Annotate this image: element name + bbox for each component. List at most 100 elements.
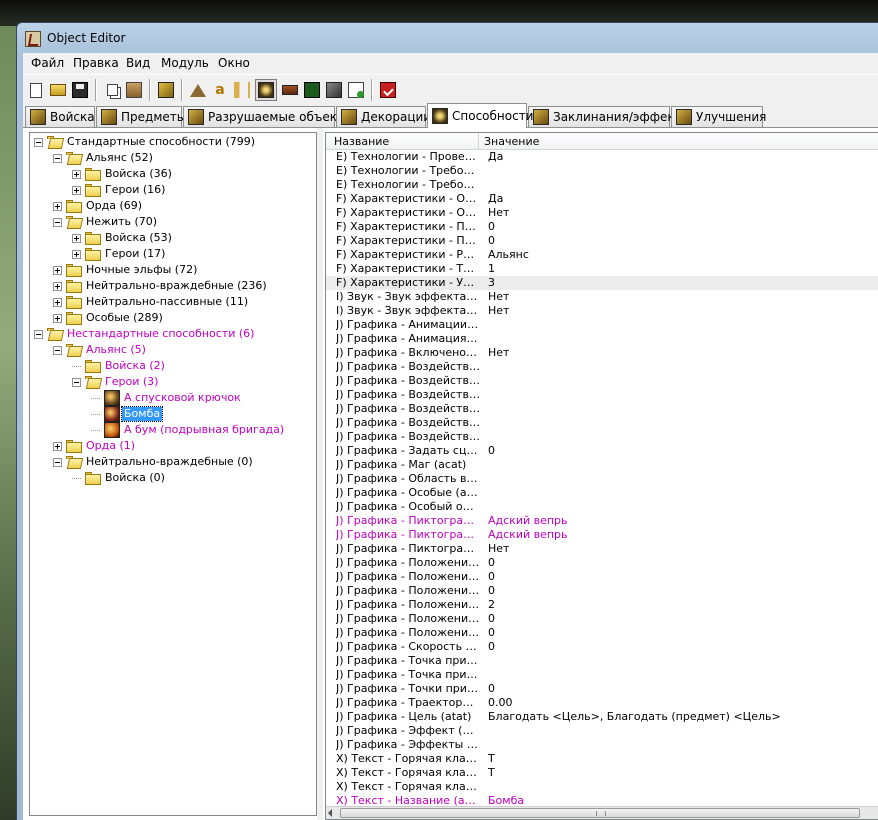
collapse-icon[interactable] [53,346,62,355]
object-tree[interactable]: Стандартные способности (799) Альянс (52)… [29,132,317,816]
tab-abilities[interactable]: Способности [427,103,533,128]
property-row[interactable]: F) Характеристики - Раса (... Альянс [326,248,878,262]
scroll-left-icon[interactable] [328,809,332,817]
expand-icon[interactable] [53,298,62,307]
tab-destructibles[interactable]: Разрушаемые объекты [183,106,353,127]
open-button[interactable] [47,79,69,101]
paste-button[interactable] [123,79,145,101]
property-row[interactable]: I) Звук - Звук эффекта (по... Нет [326,304,878,318]
tree-folder-item[interactable]: Ночные эльфы (72) [30,262,316,278]
menu-edit[interactable]: Правка [73,56,119,70]
tree-folder-item[interactable]: Нестандартные способности (6) [30,326,316,342]
tree-folder-item[interactable]: Войска (2) [30,358,316,374]
column-header-value[interactable]: Значение [484,135,539,148]
property-row[interactable]: J) Графика - Скорость дис... 0 [326,640,878,654]
property-row[interactable]: F) Характеристики - Требу... 1 [326,262,878,276]
terrain-button[interactable] [187,79,209,101]
property-row[interactable]: F) Характеристики - Относ... Нет [326,206,878,220]
property-row[interactable]: J) Графика - Воздействие ... [326,374,878,388]
tree-folder-item[interactable]: Альянс (52) [30,150,316,166]
menu-module[interactable]: Модуль [161,56,209,70]
property-row[interactable]: F) Характеристики - Уров... 3 [326,276,878,290]
expand-icon[interactable] [72,234,81,243]
property-row[interactable]: J) Графика - Маг (acat) [326,458,878,472]
tree-folder-item[interactable]: Альянс (5) [30,342,316,358]
property-row[interactable]: J) Графика - Положение к... 0 [326,570,878,584]
property-row[interactable]: X) Текст - Горячая клавиш... T [326,766,878,780]
ability-button[interactable] [255,79,277,101]
tree-folder-item[interactable]: Нейтрально-враждебные (0) [30,454,316,470]
collapse-icon[interactable] [53,458,62,467]
expand-icon[interactable] [53,202,62,211]
tree-object-item[interactable]: А бум (подрывная бригада) [30,422,316,438]
tab-buffs[interactable]: Заклинания/эффекты [528,106,691,127]
tree-folder-item[interactable]: Герои (3) [30,374,316,390]
property-row[interactable]: J) Графика - Точки прилож... 0 [326,682,878,696]
menu-view[interactable]: Вид [126,56,150,70]
property-row[interactable]: J) Графика - Положение к... 0 [326,626,878,640]
tree-object-item[interactable]: Бомба [30,406,316,422]
property-row[interactable]: X) Текст - Горячая клавиш... [326,780,878,794]
expand-icon[interactable] [53,282,62,291]
save-button[interactable] [69,79,91,101]
property-row[interactable]: J) Графика - Воздействие ... [326,416,878,430]
collapse-icon[interactable] [34,138,43,147]
import-button[interactable] [323,79,345,101]
collapse-icon[interactable] [34,330,43,339]
property-row[interactable]: I) Звук - Звук эффекта (aefs) Нет [326,290,878,304]
tree-folder-item[interactable]: Стандартные способности (799) [30,134,316,150]
tree-folder-item[interactable]: Войска (36) [30,166,316,182]
property-row[interactable]: J) Графика - Положение к... 2 [326,598,878,612]
export-button[interactable] [345,79,367,101]
menu-file[interactable]: Файл [31,56,64,70]
property-row[interactable]: X) Текст - Горячая клавиш... T [326,752,878,766]
column-header-name[interactable]: Название [334,135,389,148]
unit-button[interactable] [279,79,301,101]
title-bar[interactable]: Object Editor [17,23,878,53]
property-row[interactable]: J) Графика - Положение к... 0 [326,556,878,570]
tree-folder-item[interactable]: Нейтрально-пассивные (11) [30,294,316,310]
collapse-icon[interactable] [53,218,62,227]
property-row[interactable]: J) Графика - Точка прилож... [326,654,878,668]
collapse-icon[interactable] [53,154,62,163]
property-row[interactable]: J) Графика - Особый объе... [326,500,878,514]
text-button[interactable]: a [209,79,231,101]
property-row[interactable]: J) Графика - Пиктограмма... Нет [326,542,878,556]
tree-folder-item[interactable]: Орда (1) [30,438,316,454]
expand-icon[interactable] [72,250,81,259]
property-row[interactable]: J) Графика - Эффекты мол... [326,738,878,752]
copy-button[interactable] [101,79,123,101]
property-row[interactable]: J) Графика - Цель (atat) Благодать <Цель>… [326,710,878,724]
tree-folder-item[interactable]: Нежить (70) [30,214,316,230]
pane-splitter[interactable] [317,128,323,820]
property-row[interactable]: J) Графика - Анимации (aani) [326,318,878,332]
validate-button[interactable] [377,79,399,101]
column-divider[interactable] [478,133,479,149]
property-row[interactable]: J) Графика - Пиктограмма... Адский вепрь [326,514,878,528]
property-row[interactable]: J) Графика - Положение к... 0 [326,584,878,598]
expand-icon[interactable] [53,442,62,451]
property-row[interactable]: F) Характеристики - Прио... 0 [326,220,878,234]
tab-upgrades[interactable]: Улучшения [671,106,766,127]
property-row[interactable]: J) Графика - Включено авт... Нет [326,346,878,360]
tree-folder-item[interactable]: Войска (53) [30,230,316,246]
tab-items[interactable]: Предметы [96,106,186,127]
menu-window[interactable]: Окно [218,56,250,70]
property-row[interactable]: F) Характеристики - Пропу... 0 [326,234,878,248]
property-row[interactable]: J) Графика - Точка прилож... [326,668,878,682]
tab-units[interactable]: Войска [25,106,95,127]
property-row[interactable]: J) Графика - Анимация ди... [326,332,878,346]
expand-icon[interactable] [53,266,62,275]
property-row[interactable]: J) Графика - Траектория р... 0.00 [326,696,878,710]
property-row[interactable]: J) Графика - Воздействие ... [326,402,878,416]
tree-folder-item[interactable]: Герои (17) [30,246,316,262]
tree-folder-item[interactable]: Войска (0) [30,470,316,486]
expand-icon[interactable] [72,170,81,179]
horizontal-scrollbar[interactable] [326,806,878,819]
property-row[interactable]: J) Графика - Задать сцена... 0 [326,444,878,458]
map-button[interactable] [301,79,323,101]
tree-folder-item[interactable]: Нейтрально-враждебные (236) [30,278,316,294]
new-button[interactable] [25,79,47,101]
custom-object-button[interactable] [155,79,177,101]
property-row[interactable]: J) Графика - Эффект (aeat) [326,724,878,738]
